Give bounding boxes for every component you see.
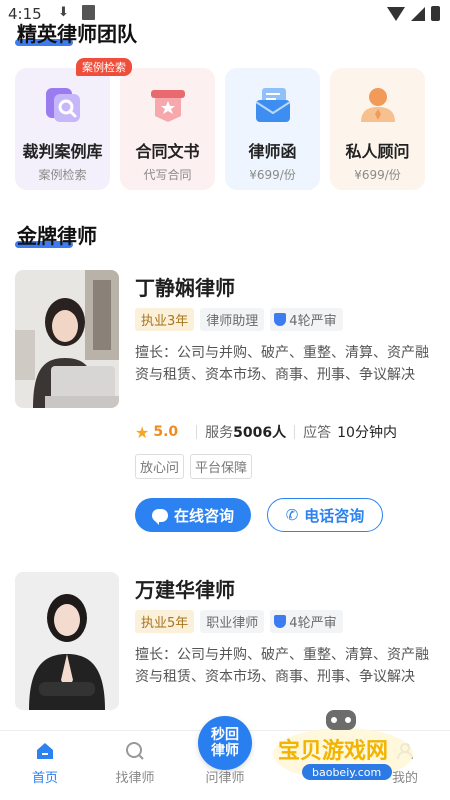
star-icon: ★: [135, 422, 150, 442]
search-icon: [126, 742, 144, 760]
wifi-icon: [387, 6, 405, 21]
lawyer-name: 丁静娴律师: [135, 276, 235, 300]
service-sub: 代写合同: [143, 168, 192, 182]
years-tag: 执业3年: [135, 308, 195, 331]
gold-section-title: 金牌律师: [15, 224, 97, 248]
service-card-contract[interactable]: 合同文书 代写合同: [120, 68, 215, 190]
signal-icon: [411, 6, 425, 21]
service-sub: ¥699/份: [249, 168, 296, 182]
lawyer-photo[interactable]: [15, 270, 119, 408]
service-cards: 裁判案例库 案例检索 合同文书 代写合同 律师函 ¥699/份 私人顾问 ¥69…: [15, 68, 435, 190]
lawyer-stats: ★ 5.0 服务 5006人 应答 10分钟内: [135, 422, 397, 442]
site-watermark: 宝贝游戏网 baobeiy.com: [268, 706, 428, 786]
service-name: 私人顾问: [345, 142, 410, 161]
service-name: 裁判案例库: [22, 142, 103, 161]
phone-consult-button[interactable]: ✆ 电话咨询: [267, 498, 383, 532]
lawyer-card[interactable]: 丁静娴律师 执业3年 律师助理 4轮严审 擅长：公司与并购、破产、重整、清算、资…: [15, 270, 435, 540]
role-tag: 职业律师: [200, 610, 265, 633]
service-card-case-library[interactable]: 裁判案例库 案例检索: [15, 68, 110, 190]
review-tag: 4轮严审: [270, 308, 343, 331]
service-name: 合同文书: [135, 142, 200, 161]
review-tag: 4轮严审: [270, 610, 343, 633]
lawyer-name: 万建华律师: [135, 578, 235, 602]
quick-reply-lawyer-button[interactable]: 秒回 律师: [198, 716, 252, 770]
watermark-title: 宝贝游戏网: [278, 738, 388, 764]
response-time: 10分钟内: [337, 425, 397, 441]
lawyer-tags: 执业3年 律师助理 4轮严审: [135, 308, 343, 331]
advisor-icon: [355, 82, 401, 128]
tab-home[interactable]: 首页: [5, 741, 85, 786]
app-notification-icon: [82, 5, 95, 20]
service-card-advisor[interactable]: 私人顾问 ¥699/份: [330, 68, 425, 190]
case-library-icon: [40, 82, 86, 128]
service-card-lawyer-letter[interactable]: 律师函 ¥699/份: [225, 68, 320, 190]
online-consult-button[interactable]: 在线咨询: [135, 498, 251, 532]
lawyer-photo[interactable]: [15, 572, 119, 710]
platform-tag: 放心问: [135, 454, 185, 479]
watermark-url: baobeiy.com: [312, 766, 381, 779]
shield-icon: [274, 313, 287, 326]
rating-value: 5.0: [153, 424, 179, 440]
phone-icon: ✆: [285, 506, 299, 524]
battery-icon: [431, 6, 440, 21]
divider: [294, 425, 296, 439]
platform-tag: 平台保障: [190, 454, 253, 479]
case-search-badge: 案例检索: [76, 58, 132, 76]
lawyer-letter-icon: [250, 82, 296, 128]
lawyer-description: 擅长：公司与并购、破产、重整、清算、资产融资与租赁、资本市场、商事、刑事、争议解…: [135, 345, 429, 383]
service-label: 服务: [205, 425, 234, 441]
shield-icon: [274, 615, 287, 628]
service-name: 律师函: [248, 142, 297, 161]
download-icon: ⬇: [58, 5, 69, 20]
tab-find-lawyer[interactable]: 找律师: [95, 741, 175, 786]
service-count: 5006人: [233, 425, 287, 441]
status-time: 4:15: [8, 5, 42, 23]
service-sub: 案例检索: [38, 168, 87, 182]
lawyer-description: 擅长：公司与并购、破产、重整、清算、资产融资与租赁、资本市场、商事、刑事、争议解…: [135, 647, 429, 685]
role-tag: 律师助理: [200, 308, 265, 331]
platform-tags: 放心问 平台保障: [135, 454, 253, 479]
response-label: 应答: [303, 425, 332, 441]
chat-icon: [151, 508, 168, 525]
home-icon: [37, 743, 53, 759]
lawyer-card[interactable]: 万建华律师 执业5年 职业律师 4轮严审 擅长：公司与并购、破产、重整、清算、资…: [15, 572, 435, 722]
years-tag: 执业5年: [135, 610, 195, 633]
lawyer-tags: 执业5年 职业律师 4轮严审: [135, 610, 343, 633]
contract-icon: [145, 82, 191, 128]
divider: [196, 425, 198, 439]
status-bar: 4:15 ⬇: [0, 0, 450, 28]
service-sub: ¥699/份: [354, 168, 401, 182]
